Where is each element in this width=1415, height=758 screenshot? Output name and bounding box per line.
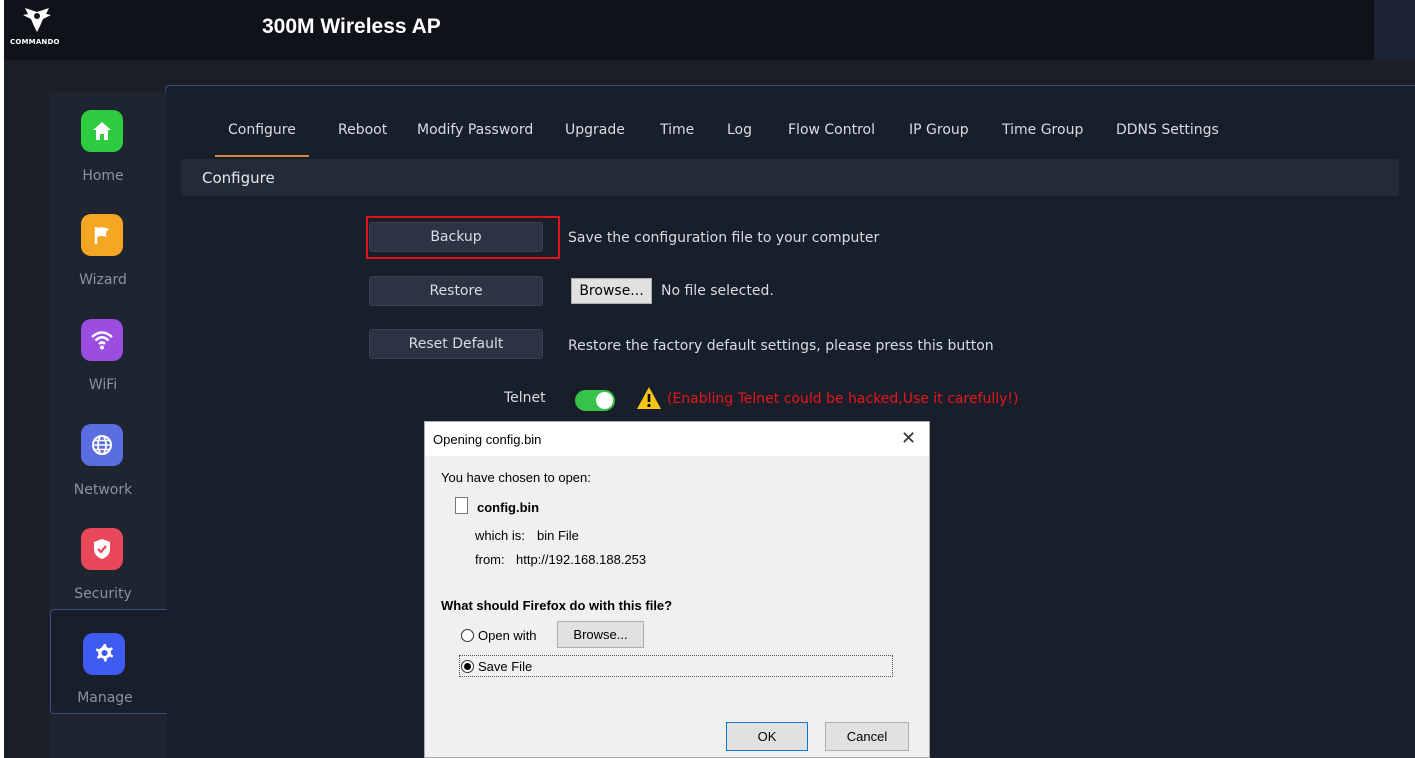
dialog-chosen-text: You have chosen to open: — [441, 470, 591, 485]
backup-button[interactable]: Backup — [369, 222, 543, 252]
dialog-browse-button[interactable]: Browse... — [557, 621, 644, 648]
ok-button[interactable]: OK — [726, 722, 808, 751]
warning-icon — [636, 386, 662, 414]
app-title: 300M Wireless AP — [262, 15, 441, 38]
tab-log[interactable]: Log — [714, 109, 765, 157]
open-with-radio[interactable] — [461, 629, 474, 642]
sidebar: Home Wizard WiFi Network Security Manage — [49, 92, 167, 758]
flag-icon — [81, 214, 123, 256]
brand-logo-text: COMMANDO — [10, 38, 60, 46]
sidebar-item-label: Network — [73, 482, 133, 498]
section-header-bar — [181, 159, 1399, 196]
dialog-which-value: bin File — [537, 528, 579, 543]
cancel-button[interactable]: Cancel — [825, 722, 909, 751]
restore-browse-button[interactable]: Browse... — [571, 278, 652, 304]
sidebar-item-manage[interactable]: Manage — [50, 609, 167, 714]
sidebar-item-wifi[interactable]: WiFi — [49, 319, 167, 425]
tab-reboot[interactable]: Reboot — [325, 109, 400, 157]
sidebar-item-label: WiFi — [88, 377, 118, 393]
reset-description: Restore the factory default settings, pl… — [568, 338, 994, 354]
telnet-toggle[interactable] — [575, 390, 615, 411]
dialog-title: Opening config.bin — [433, 432, 542, 447]
download-dialog: Opening config.bin ✕ You have chosen to … — [424, 421, 930, 758]
tab-time-group[interactable]: Time Group — [989, 109, 1096, 157]
no-file-selected-text: No file selected. — [661, 283, 774, 299]
brand-logo: COMMANDO — [10, 6, 70, 50]
dialog-question: What should Firefox do with this file? — [441, 598, 673, 613]
sidebar-item-network[interactable]: Network — [49, 424, 167, 530]
tab-modify-password[interactable]: Modify Password — [404, 109, 546, 157]
backup-description: Save the configuration file to your comp… — [568, 230, 880, 246]
section-title: Configure — [202, 169, 275, 187]
dialog-from-value: http://192.168.188.253 — [516, 552, 647, 567]
dialog-from-label: from: — [475, 552, 505, 567]
tab-time[interactable]: Time — [647, 109, 707, 157]
reset-default-button[interactable]: Reset Default — [369, 329, 543, 359]
tab-configure[interactable]: Configure — [215, 109, 309, 157]
open-with-label[interactable]: Open with — [478, 628, 537, 643]
sidebar-item-label: Security — [74, 586, 132, 602]
telnet-label: Telnet — [504, 390, 546, 406]
shield-icon — [81, 528, 123, 570]
sidebar-item-label: Home — [82, 168, 124, 184]
tab-ddns-settings[interactable]: DDNS Settings — [1103, 109, 1232, 157]
sidebar-item-label: Manage — [77, 690, 133, 706]
tab-ip-group[interactable]: IP Group — [896, 109, 982, 157]
top-bar: COMMANDO 300M Wireless AP — [4, 0, 1374, 60]
home-icon — [81, 110, 123, 152]
sidebar-item-label: Wizard — [79, 272, 127, 288]
telnet-warning-text: (Enabling Telnet could be hacked,Use it … — [667, 391, 1019, 407]
dialog-file-name: config.bin — [477, 500, 540, 515]
eagle-logo-icon — [23, 8, 51, 32]
restore-button[interactable]: Restore — [369, 276, 543, 306]
dialog-titlebar: Opening config.bin ✕ — [425, 422, 929, 456]
globe-icon — [81, 424, 123, 466]
tab-flow-control[interactable]: Flow Control — [775, 109, 888, 157]
wifi-icon — [81, 319, 123, 361]
save-file-label[interactable]: Save File — [478, 659, 532, 674]
dialog-which-label: which is: — [475, 528, 525, 543]
top-bar-corner — [1374, 0, 1415, 60]
toggle-knob — [596, 392, 613, 409]
save-file-radio[interactable] — [461, 660, 474, 673]
sidebar-item-home[interactable]: Home — [49, 110, 167, 216]
gear-icon — [83, 633, 125, 675]
sidebar-item-wizard[interactable]: Wizard — [49, 214, 167, 320]
close-icon[interactable]: ✕ — [901, 428, 916, 449]
tab-upgrade[interactable]: Upgrade — [552, 109, 638, 157]
file-icon — [455, 497, 468, 514]
